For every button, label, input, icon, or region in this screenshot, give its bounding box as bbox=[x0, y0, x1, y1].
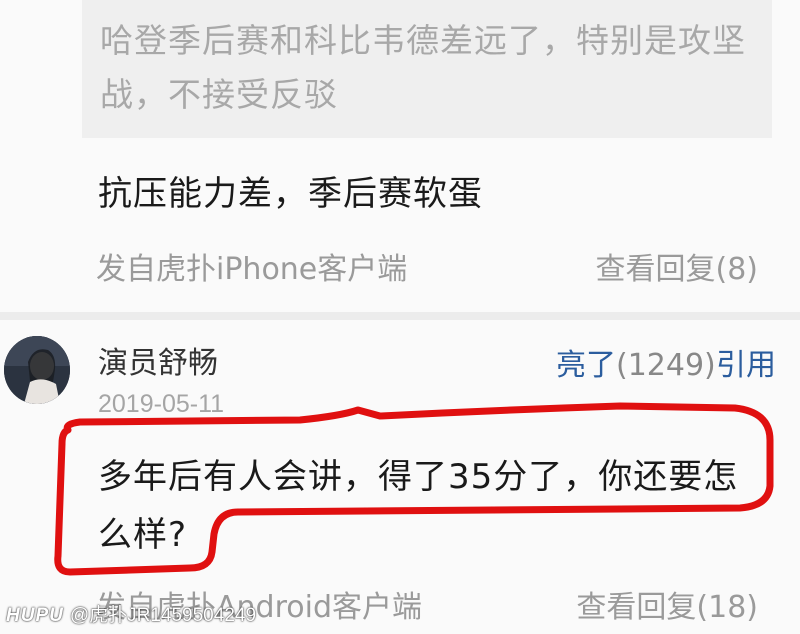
watermark-handle: @虎扑JR1459504249 bbox=[69, 605, 257, 626]
hupu-watermark: HUPU @虎扑JR1459504249 bbox=[6, 600, 256, 627]
divider bbox=[0, 312, 800, 320]
hupu-logo: HUPU bbox=[6, 605, 64, 626]
like-label: 亮了 bbox=[556, 348, 616, 383]
view-replies-link[interactable]: 查看回复(8) bbox=[596, 244, 759, 288]
reply-text: 抗压能力差，季后赛软蛋 bbox=[98, 174, 483, 214]
quote-button[interactable]: 引用 bbox=[716, 340, 776, 384]
quoted-reply-text: 哈登季后赛和科比韦德差远了，特别是攻坚战，不接受反驳 bbox=[100, 21, 746, 114]
comment-text: 多年后有人会讲，得了35分了，你还要怎么样? bbox=[98, 457, 739, 555]
view-replies-link[interactable]: 查看回复(18) bbox=[576, 582, 758, 626]
username[interactable]: 演员舒畅 bbox=[98, 338, 218, 382]
like-count: (1249) bbox=[616, 348, 716, 383]
like-button[interactable]: 亮了(1249) bbox=[556, 340, 716, 384]
avatar-photo-icon bbox=[4, 336, 70, 404]
user-avatar[interactable] bbox=[4, 336, 70, 404]
post-date: 2019-05-11 bbox=[98, 390, 225, 418]
reply-source: 发自虎扑iPhone客户端 bbox=[96, 252, 408, 287]
